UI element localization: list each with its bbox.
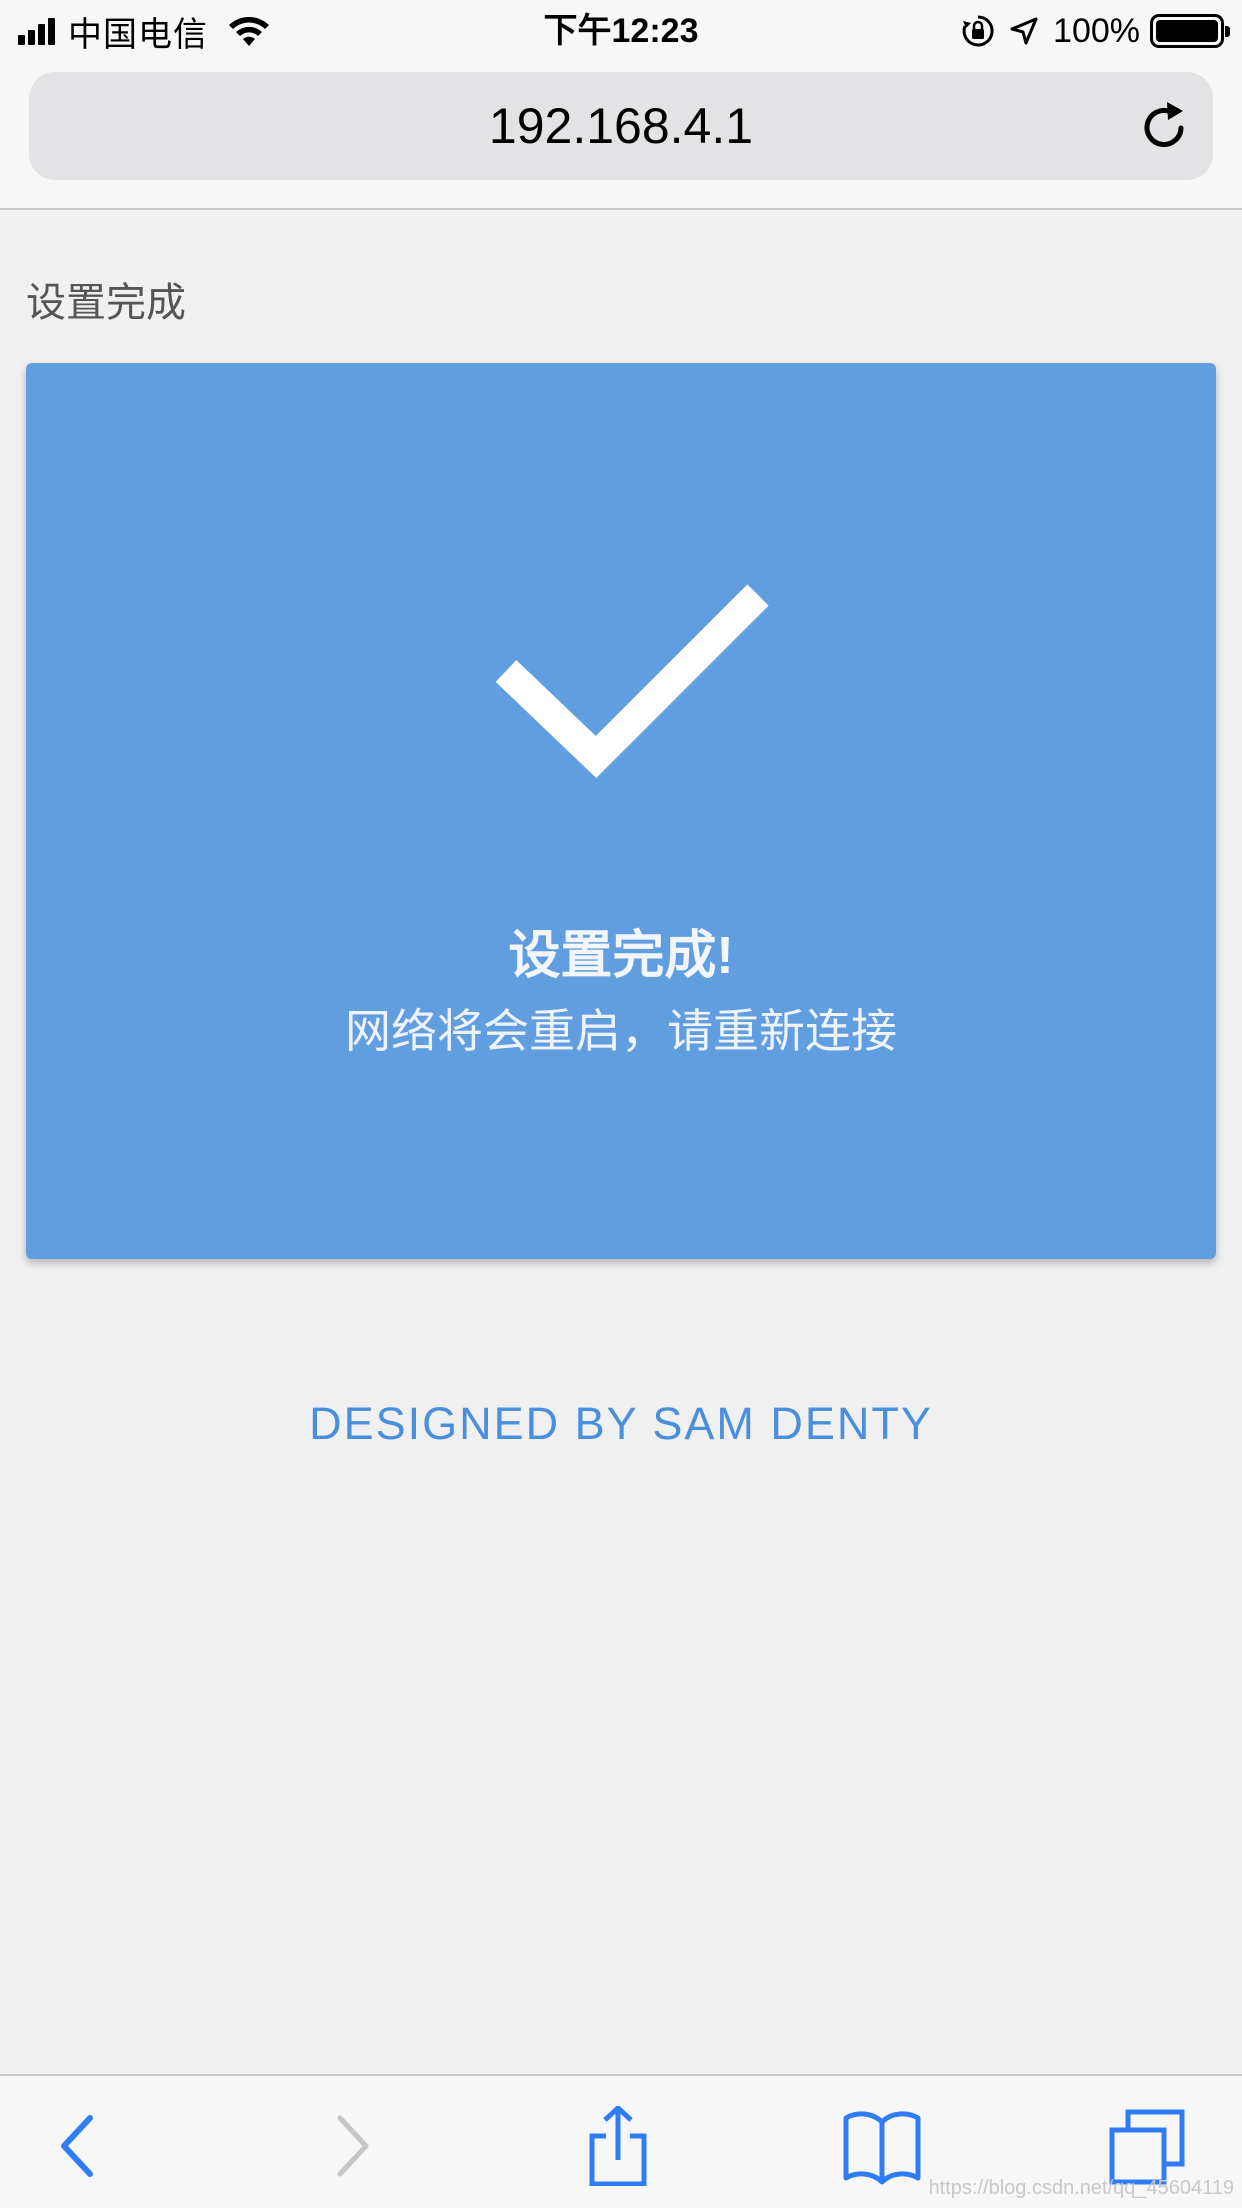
share-button[interactable] [578,2105,658,2187]
tabs-icon [1109,2109,1185,2185]
url-text[interactable]: 192.168.4.1 [29,72,1213,180]
back-icon [61,2115,93,2177]
browser-toolbar: https://blog.csdn.net/qq_45604119 [0,2074,1242,2208]
status-right: 100% [961,10,1230,52]
address-bar[interactable]: 192.168.4.1 [29,72,1213,180]
browser-chrome: 中国电信 下午12:23 100% 192.168.4.1 [0,0,1242,210]
page-title: 设置完成 [26,281,186,325]
location-arrow-icon [1010,17,1038,45]
back-button[interactable] [38,2106,118,2186]
bookmarks-icon [843,2111,921,2185]
battery-icon [1150,14,1230,48]
designer-credit: DESIGNED BY SAM DENTY [309,1398,933,1449]
bookmarks-button[interactable] [842,2106,922,2186]
share-icon [589,2105,647,2187]
success-message: 网络将会重启，请重新连接 [345,1005,897,1057]
reload-icon[interactable] [1137,98,1193,154]
checkmark-icon [495,584,769,778]
success-card: 设置完成! 网络将会重启，请重新连接 [26,363,1216,1259]
forward-button[interactable] [312,2106,392,2186]
success-title: 设置完成! [508,927,734,985]
battery-percent: 100% [1053,11,1140,50]
forward-icon [337,2115,369,2177]
watermark: https://blog.csdn.net/qq_45604119 [928,2177,1234,2199]
status-bar: 中国电信 下午12:23 100% [0,0,1242,62]
tabs-button[interactable] [1108,2106,1188,2186]
orientation-lock-icon [962,15,994,47]
